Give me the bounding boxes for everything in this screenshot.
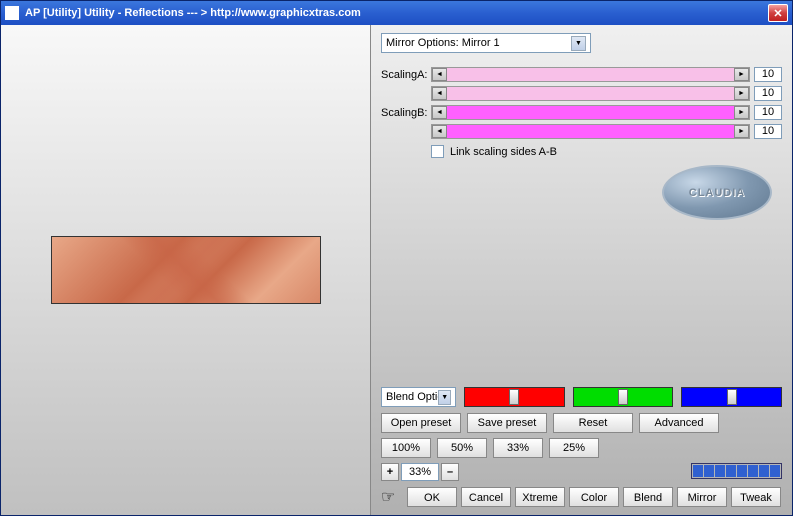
advanced-button[interactable]: Advanced [639,413,719,433]
progress-segment [726,465,736,477]
scaling-b-row-2: ◄ ► 10 [381,124,782,139]
scroll-right-icon[interactable]: ► [734,87,749,100]
progress-segment [748,465,758,477]
close-icon: ✕ [773,7,782,20]
blend-option-dropdown[interactable]: Blend Option ▼ [381,387,456,407]
bottom-controls: Blend Option ▼ Open preset Save preset R… [381,387,782,507]
chevron-down-icon: ▼ [571,36,586,51]
scaling-a-value-2[interactable]: 10 [754,86,782,101]
slider-track[interactable] [447,68,734,81]
pct-50-button[interactable]: 50% [437,438,487,458]
progress-bar [691,463,782,479]
slider-thumb[interactable] [727,389,737,405]
dropdown-value: Blend Option [386,391,438,403]
progress-segment [715,465,725,477]
progress-segment [770,465,780,477]
xtreme-button[interactable]: Xtreme [515,487,565,507]
slider-thumb[interactable] [509,389,519,405]
pct-25-button[interactable]: 25% [549,438,599,458]
scaling-b-value-1[interactable]: 10 [754,105,782,120]
save-preset-button[interactable]: Save preset [467,413,547,433]
scaling-a-row-2: ◄ ► 10 [381,86,782,101]
reset-button[interactable]: Reset [553,413,633,433]
close-button[interactable]: ✕ [768,4,788,22]
scaling-a-row-1: ScalingA: ◄ ► 10 [381,67,782,82]
slider-thumb[interactable] [618,389,628,405]
zoom-value[interactable]: 33% [401,463,439,481]
slider-track[interactable] [447,106,734,119]
scaling-a-value-1[interactable]: 10 [754,67,782,82]
controls-panel: Mirror Options: Mirror 1 ▼ ScalingA: ◄ ►… [371,25,792,515]
preset-row: Open preset Save preset Reset Advanced [381,413,782,433]
scroll-left-icon[interactable]: ◄ [432,125,447,138]
percent-row: 100% 50% 33% 25% [381,438,782,458]
preview-image [51,236,321,304]
preview-panel [1,25,371,515]
titlebar: AP [Utility] Utility - Reflections --- >… [1,1,792,25]
scroll-left-icon[interactable]: ◄ [432,68,447,81]
action-row: ☞ OK Cancel Xtreme Color Blend Mirror Tw… [381,487,782,507]
zoom-out-button[interactable]: – [441,463,459,481]
blue-slider[interactable] [681,387,782,407]
chevron-down-icon: ▼ [438,390,451,405]
link-scaling-row: Link scaling sides A-B [431,145,782,158]
scroll-left-icon[interactable]: ◄ [432,87,447,100]
scroll-left-icon[interactable]: ◄ [432,106,447,119]
tweak-button[interactable]: Tweak [731,487,781,507]
scaling-a-slider-2[interactable]: ◄ ► [431,86,750,101]
color-button[interactable]: Color [569,487,619,507]
mirror-options-dropdown[interactable]: Mirror Options: Mirror 1 ▼ [381,33,591,53]
scroll-right-icon[interactable]: ► [734,125,749,138]
scaling-b-row-1: ScalingB: ◄ ► 10 [381,105,782,120]
red-slider[interactable] [464,387,565,407]
ok-button[interactable]: OK [407,487,457,507]
slider-track[interactable] [447,125,734,138]
slider-track[interactable] [447,87,734,100]
scaling-a-label: ScalingA: [381,69,431,81]
cancel-button[interactable]: Cancel [461,487,511,507]
pointer-icon: ☞ [381,487,403,507]
open-preset-button[interactable]: Open preset [381,413,461,433]
claudia-badge: CLAUDIA [662,165,772,220]
scaling-b-value-2[interactable]: 10 [754,124,782,139]
zoom-in-button[interactable]: + [381,463,399,481]
link-scaling-label: Link scaling sides A-B [450,146,557,158]
progress-segment [704,465,714,477]
link-scaling-checkbox[interactable] [431,145,444,158]
dropdown-value: Mirror Options: Mirror 1 [386,37,500,49]
app-window: AP [Utility] Utility - Reflections --- >… [0,0,793,516]
pct-33-button[interactable]: 33% [493,438,543,458]
app-icon [5,6,19,20]
window-title: AP [Utility] Utility - Reflections --- >… [25,7,768,19]
content-area: Mirror Options: Mirror 1 ▼ ScalingA: ◄ ►… [1,25,792,515]
scaling-a-slider-1[interactable]: ◄ ► [431,67,750,82]
pct-100-button[interactable]: 100% [381,438,431,458]
mirror-button[interactable]: Mirror [677,487,727,507]
scaling-b-label: ScalingB: [381,107,431,119]
scroll-right-icon[interactable]: ► [734,68,749,81]
progress-segment [737,465,747,477]
green-slider[interactable] [573,387,674,407]
scaling-b-slider-2[interactable]: ◄ ► [431,124,750,139]
blend-button[interactable]: Blend [623,487,673,507]
scroll-right-icon[interactable]: ► [734,106,749,119]
scaling-b-slider-1[interactable]: ◄ ► [431,105,750,120]
progress-segment [693,465,703,477]
progress-segment [759,465,769,477]
blend-sliders-row: Blend Option ▼ [381,387,782,407]
